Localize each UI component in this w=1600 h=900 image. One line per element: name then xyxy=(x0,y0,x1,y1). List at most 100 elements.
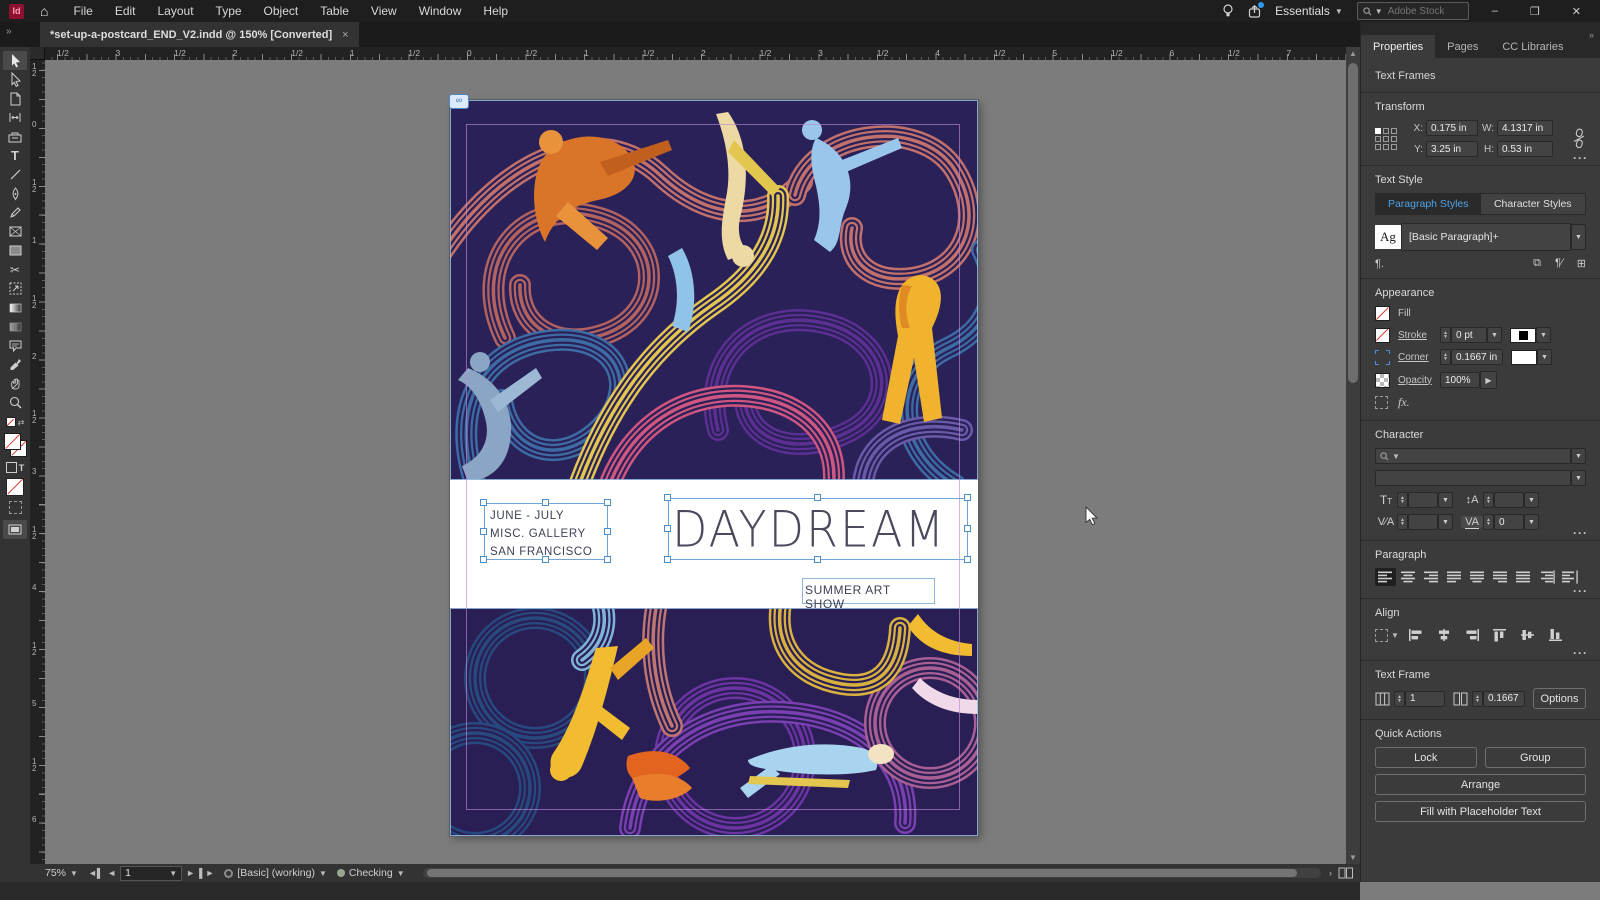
selection-handle[interactable] xyxy=(604,527,611,535)
scroll-right-icon[interactable]: › xyxy=(1329,868,1332,878)
vertical-ruler[interactable]: 12 0 12 1 12 2 12 3 12 4 12 5 12 6 xyxy=(30,60,45,864)
swap-fill-stroke-icon[interactable]: ⇄ xyxy=(18,418,25,427)
stock-search-box[interactable]: ▼ xyxy=(1356,2,1469,20)
justify-right-button[interactable] xyxy=(1490,568,1511,586)
tracking-stepper[interactable]: ▲ ▼ xyxy=(1483,514,1494,530)
height-field[interactable]: 0.53 in xyxy=(1497,141,1553,157)
fill-placeholder-button[interactable]: Fill with Placeholder Text xyxy=(1375,801,1586,822)
eyedropper-tool[interactable] xyxy=(3,355,27,374)
ruler-origin-corner[interactable] xyxy=(30,47,45,60)
object-effects-icon[interactable] xyxy=(1375,396,1388,409)
help-lightbulb-icon[interactable] xyxy=(1222,4,1234,18)
search-input[interactable] xyxy=(1385,4,1460,18)
first-page-button[interactable]: ◄▌ xyxy=(88,868,103,878)
leading-stepper[interactable]: ▲ ▼ xyxy=(1483,492,1494,508)
align-more-options[interactable]: ··· xyxy=(1573,647,1588,659)
constrain-proportions-icon[interactable] xyxy=(1572,128,1586,150)
align-center-button[interactable] xyxy=(1398,568,1419,586)
reference-point-grid[interactable] xyxy=(1375,127,1397,150)
stroke-color-swatch[interactable] xyxy=(1510,327,1536,343)
vertical-scrollbar[interactable]: ▲ ▼ xyxy=(1346,47,1360,864)
font-family-chevron[interactable]: ▼ xyxy=(1571,448,1586,464)
line-tool[interactable] xyxy=(3,165,27,184)
paragraph-style-dropdown[interactable]: [Basic Paragraph]+ xyxy=(1401,223,1571,251)
close-button[interactable]: ✕ xyxy=(1563,5,1590,18)
lock-button[interactable]: Lock xyxy=(1375,747,1477,768)
width-field[interactable]: 4.1317 in xyxy=(1497,120,1553,136)
style-override-icon[interactable]: ¶⁄ xyxy=(1555,257,1563,270)
font-style-field[interactable] xyxy=(1375,470,1571,486)
paragraph-mark-icon[interactable]: ¶. xyxy=(1375,258,1384,270)
transform-more-options[interactable]: ··· xyxy=(1573,152,1588,164)
text-frame-options-button[interactable]: Options xyxy=(1533,688,1586,709)
pencil-tool[interactable] xyxy=(3,203,27,222)
stroke-weight-stepper[interactable]: ▲ ▼ xyxy=(1440,327,1451,343)
justify-left-button[interactable] xyxy=(1444,568,1465,586)
text-frame-title[interactable]: DAYDREAM xyxy=(668,498,968,560)
columns-stepper[interactable]: ▲ ▼ xyxy=(1394,690,1405,707)
selection-handle[interactable] xyxy=(542,556,549,563)
preflight-status[interactable]: Checking xyxy=(349,867,393,879)
inset-stepper[interactable]: ▲ ▼ xyxy=(1472,690,1483,707)
direct-selection-tool[interactable] xyxy=(3,70,27,89)
type-tool[interactable]: T xyxy=(3,146,27,165)
align-towards-spine-button[interactable] xyxy=(1536,568,1557,586)
align-to-dropdown[interactable]: ▼ xyxy=(1375,628,1399,642)
tracking-chevron[interactable]: ▼ xyxy=(1524,514,1539,530)
screen-mode-button[interactable] xyxy=(3,520,27,539)
apply-style-icon[interactable] xyxy=(8,501,22,514)
zoom-level[interactable]: 75% xyxy=(45,867,66,879)
inset-field[interactable]: 0.1667 xyxy=(1483,690,1525,707)
stroke-weight-field[interactable]: 0 pt xyxy=(1451,327,1487,343)
horizontal-ruler[interactable]: 1/2 3 1/2 2 1/2 1 1/2 0 1/2 1 1/2 2 1/2 3 1/2 4 1/2 5 1/2 6… xyxy=(30,47,1346,60)
page-number-field[interactable]: 1 ▼ xyxy=(120,865,183,881)
selection-handle[interactable] xyxy=(964,556,971,563)
frame-tool[interactable] xyxy=(3,222,27,241)
share-icon[interactable] xyxy=(1248,1,1265,18)
postcard-page[interactable]: JUNE - JULY MISC. GALLERY SAN FRANCISCO … xyxy=(449,94,978,836)
apply-none-swatch[interactable] xyxy=(6,478,24,496)
stroke-none-swatch[interactable] xyxy=(1375,327,1390,343)
next-page-button[interactable]: ► xyxy=(186,868,195,878)
menu-view[interactable]: View xyxy=(360,4,408,18)
horizontal-scrollbar[interactable] xyxy=(422,868,1321,878)
tab-cc-libraries[interactable]: CC Libraries xyxy=(1490,35,1575,58)
x-field[interactable]: 0.175 in xyxy=(1426,120,1478,136)
selection-handle[interactable] xyxy=(664,494,671,501)
preflight-icon[interactable] xyxy=(224,868,234,878)
opacity-flyout-button[interactable]: ▶ xyxy=(1480,371,1497,389)
corner-label[interactable]: Corner xyxy=(1398,352,1440,363)
align-vertical-centers-button[interactable] xyxy=(1518,626,1539,644)
redefine-style-icon[interactable]: ⧉ xyxy=(1533,257,1541,270)
pen-tool[interactable] xyxy=(3,184,27,203)
menu-layout[interactable]: Layout xyxy=(147,4,205,18)
arrange-button[interactable]: Arrange xyxy=(1375,774,1586,795)
text-frame-subtitle[interactable]: SUMMER ART SHOW xyxy=(802,578,935,611)
leading-field[interactable] xyxy=(1494,492,1524,508)
selection-handle[interactable] xyxy=(480,527,487,535)
rectangle-tool[interactable] xyxy=(3,241,27,260)
tab-pages[interactable]: Pages xyxy=(1435,35,1490,58)
fill-swatch-none[interactable] xyxy=(4,433,21,450)
menu-window[interactable]: Window xyxy=(408,4,473,18)
previous-page-button[interactable]: ◄ xyxy=(107,868,116,878)
character-styles-tab[interactable]: Character Styles xyxy=(1480,194,1585,214)
menu-edit[interactable]: Edit xyxy=(104,4,147,18)
scissors-tool[interactable]: ✂ xyxy=(3,260,27,279)
align-right-button[interactable] xyxy=(1421,568,1442,586)
new-style-icon[interactable]: ⊞ xyxy=(1577,257,1586,270)
group-button[interactable]: Group xyxy=(1484,747,1586,768)
selection-handle[interactable] xyxy=(480,499,487,506)
zoom-tool[interactable] xyxy=(3,393,27,412)
corner-radius-stepper[interactable]: ▲ ▼ xyxy=(1440,349,1451,365)
paragraph-more-options[interactable]: ··· xyxy=(1573,585,1588,597)
opacity-field[interactable]: 100% xyxy=(1440,372,1480,388)
align-left-edges-button[interactable] xyxy=(1406,626,1427,644)
mini-fill-swatch[interactable] xyxy=(5,417,16,427)
selection-handle[interactable] xyxy=(604,499,611,506)
linked-content-badge[interactable]: ∞ xyxy=(449,94,469,109)
selection-handle[interactable] xyxy=(964,525,971,532)
home-icon[interactable]: ⌂ xyxy=(40,4,48,18)
kerning-chevron[interactable]: ▼ xyxy=(1438,514,1453,530)
align-bottom-edges-button[interactable] xyxy=(1546,626,1567,644)
